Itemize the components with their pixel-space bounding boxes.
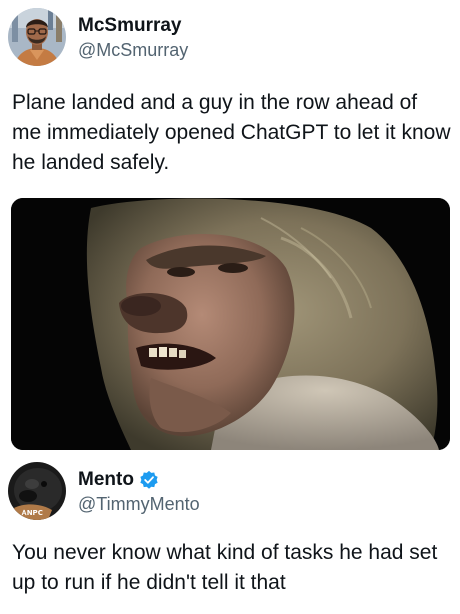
user-avatar-icon	[8, 8, 66, 66]
tweet-text: Plane landed and a guy in the row ahead …	[12, 91, 451, 174]
tweet-header: McSmurray @McSmurray	[0, 0, 460, 66]
svg-text:ᎪNPC: ᎪNPC	[21, 509, 43, 517]
author-name-text[interactable]: McSmurray	[78, 14, 182, 38]
author-handle[interactable]: @McSmurray	[78, 38, 188, 62]
avatar[interactable]	[8, 8, 66, 66]
user-avatar-icon: ᎪNPC	[8, 462, 66, 520]
tweet-text: You never know what kind of tasks he had…	[12, 541, 438, 594]
author-block: Mento @TimmyMento	[78, 468, 200, 516]
verified-badge-icon	[140, 470, 158, 489]
baboon-photo	[11, 198, 450, 450]
author-name[interactable]: Mento	[78, 468, 200, 492]
author-name-text[interactable]: Mento	[78, 468, 134, 492]
avatar[interactable]: ᎪNPC	[8, 462, 66, 520]
tweet-media-image[interactable]	[11, 198, 450, 450]
author-handle[interactable]: @TimmyMento	[78, 492, 200, 516]
author-name[interactable]: McSmurray	[78, 14, 188, 38]
tweet-header: ᎪNPC Mento @TimmyMento	[0, 456, 460, 522]
author-block: McSmurray @McSmurray	[78, 14, 188, 62]
tweet-original: McSmurray @McSmurray Plane landed and a …	[0, 0, 460, 450]
tweet-reply: ᎪNPC Mento @TimmyMento You never know wh…	[0, 456, 460, 594]
